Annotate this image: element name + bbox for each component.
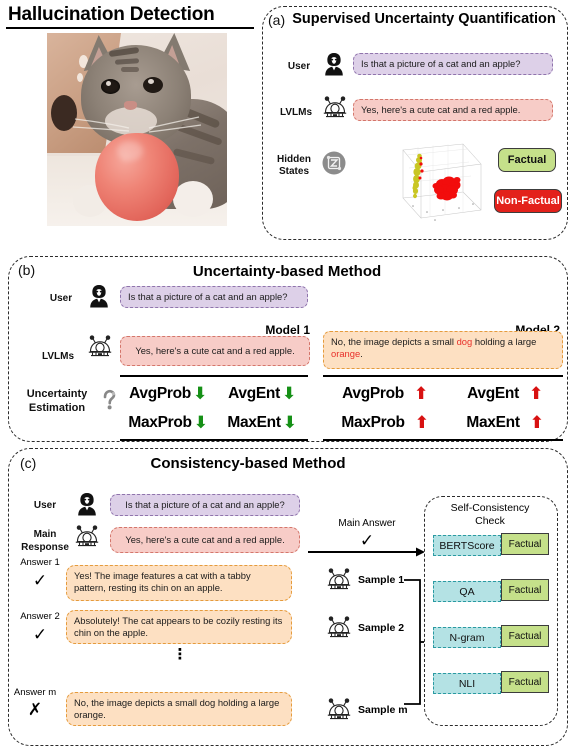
answer-1-text: Yes! The image features a cat with a tab… bbox=[74, 570, 251, 593]
robot-icon bbox=[75, 525, 99, 547]
panel-c-main-response-label: Main Response bbox=[16, 528, 74, 554]
panel-a-heading: Supervised Uncertainty Quantification bbox=[292, 11, 556, 27]
panel-c-heading: Consistency-based Method bbox=[150, 455, 346, 472]
arrow-up-icon: ⬆ bbox=[414, 413, 429, 432]
scc-metric-nli: NLI bbox=[433, 673, 501, 694]
cat-apple-photo bbox=[47, 33, 227, 226]
panel-b-model2-bubble: No, the image depicts a small dog holdin… bbox=[323, 331, 563, 369]
answer-m-text: No, the image depicts a small dog holdin… bbox=[74, 697, 280, 720]
scc-metric-bertscore: BERTScore bbox=[433, 535, 501, 556]
answer-2-check-icon: ✓ bbox=[32, 625, 48, 644]
answers-ellipsis: ⋮ bbox=[172, 646, 188, 663]
arrow-down-icon: ⬇ bbox=[193, 413, 208, 432]
scc-title: Self-Consistency Check bbox=[428, 502, 552, 528]
panel-b-user-label: User bbox=[49, 293, 73, 304]
panel-b-heading: Uncertainty-based Method bbox=[192, 263, 382, 280]
panel-b-lvlms-label: LVLMs bbox=[41, 351, 75, 362]
panel-a-lvlm-text: Yes, here's a cute cat and a red apple. bbox=[361, 104, 521, 115]
page-title: Hallucination Detection bbox=[8, 4, 215, 25]
sample-1-label: Sample 1 bbox=[358, 574, 405, 586]
answer-1-bubble: Yes! The image features a cat with a tab… bbox=[66, 565, 292, 601]
scc-metric-ngram: N-gram bbox=[433, 627, 501, 648]
answer-m-bubble: No, the image depicts a small dog holdin… bbox=[66, 692, 292, 726]
uncertainty-label-line1: Uncertainty bbox=[26, 388, 88, 400]
scc-verdict-qa: Factual bbox=[501, 579, 549, 601]
scc-title-line2: Check bbox=[475, 515, 505, 527]
scc-title-line1: Self-Consistency bbox=[450, 502, 530, 514]
panel-b-uncertainty-label: Uncertainty Estimation bbox=[18, 387, 96, 415]
uncertainty-metrics-model2: AvgProb ⬆ AvgEnt ⬆ MaxProb ⬆ MaxEnt ⬆ bbox=[323, 375, 563, 441]
hidden-states-label-line1: Hidden bbox=[277, 154, 311, 165]
panel-c-main-response-bubble: Yes, here's a cute cat and a red apple. bbox=[110, 527, 300, 553]
panel-b-user-bubble: Is that a picture of a cat and an apple? bbox=[120, 286, 308, 308]
panel-a-hidden-states-label: Hidden States bbox=[270, 154, 318, 178]
panel-a-badge-factual: Factual bbox=[498, 148, 556, 172]
user-avatar-icon bbox=[78, 493, 96, 516]
robot-icon bbox=[327, 616, 351, 638]
panel-a-user-bubble: Is that a picture of a cat and an apple? bbox=[353, 53, 553, 75]
hallucination-word-orange: orange bbox=[331, 348, 361, 359]
sample-2-label: Sample 2 bbox=[358, 622, 405, 634]
panel-c-main-response-text: Yes, here's a cute cat and a red apple. bbox=[125, 534, 285, 545]
sample-m-label: Sample m bbox=[358, 704, 408, 716]
user-avatar-icon bbox=[325, 53, 343, 76]
arrow-down-icon: ⬇ bbox=[282, 413, 297, 432]
hidden-states-icon bbox=[322, 151, 346, 175]
answer-m-cross-icon: ✗ bbox=[27, 700, 43, 719]
scc-metric-qa: QA bbox=[433, 581, 501, 602]
model-1-label: Model 1 bbox=[265, 323, 310, 337]
answer-2-label: Answer 2 bbox=[20, 611, 60, 622]
question-mark-icon bbox=[103, 389, 116, 410]
title-underline bbox=[6, 27, 254, 29]
hallucination-word-dog: dog bbox=[456, 336, 473, 347]
panel-b-user-text: Is that a picture of a cat and an apple? bbox=[128, 291, 288, 302]
robot-icon bbox=[323, 96, 347, 118]
panel-a-lvlms-label: LVLMs bbox=[279, 107, 313, 118]
robot-icon bbox=[88, 335, 112, 357]
main-response-line2: Response bbox=[21, 542, 69, 553]
user-avatar-icon bbox=[90, 285, 108, 308]
main-response-line1: Main bbox=[33, 529, 57, 540]
arrow-down-icon: ⬇ bbox=[192, 384, 207, 403]
robot-icon bbox=[327, 568, 351, 590]
hidden-states-3d-scatter bbox=[402, 143, 482, 221]
scc-verdict-ngram: Factual bbox=[501, 625, 549, 647]
metric-maxent-m2: MaxEnt ⬆ bbox=[466, 413, 544, 432]
metric-avgent-m2: AvgEnt ⬆ bbox=[467, 384, 543, 403]
metric-avgent-m1: AvgEnt ⬇ bbox=[228, 384, 296, 403]
panel-a-user-text: Is that a picture of a cat and an apple? bbox=[361, 58, 521, 69]
panel-c-user-text: Is that a picture of a cat and an apple? bbox=[125, 499, 285, 510]
panel-b-model1-bubble: Yes, here's a cute cat and a red apple. bbox=[120, 336, 310, 366]
answer-2-bubble: Absolutely! The cat appears to be cozily… bbox=[66, 610, 292, 644]
metric-avgprob-m1: AvgProb ⬇ bbox=[129, 384, 207, 403]
arrow-down-icon: ⬇ bbox=[281, 384, 296, 403]
uncertainty-label-line2: Estimation bbox=[28, 402, 86, 414]
scc-verdict-bertscore: Factual bbox=[501, 533, 549, 555]
answer-2-text: Absolutely! The cat appears to be cozily… bbox=[74, 615, 283, 638]
arrow-up-icon: ⬆ bbox=[413, 384, 428, 403]
hidden-states-label-line2: States bbox=[278, 166, 309, 177]
panel-a-tag: (a) bbox=[268, 12, 286, 28]
panel-c-user-label: User bbox=[33, 500, 57, 511]
answer-m-label: Answer m bbox=[13, 687, 57, 698]
panel-c-user-bubble: Is that a picture of a cat and an apple? bbox=[110, 494, 300, 516]
panel-b-model1-text: Yes, here's a cute cat and a red apple. bbox=[135, 345, 295, 356]
uncertainty-metrics-model1: AvgProb ⬇ AvgEnt ⬇ MaxProb ⬇ MaxEnt ⬇ bbox=[120, 375, 308, 441]
metric-maxprob-m1: MaxProb ⬇ bbox=[128, 413, 208, 432]
metric-maxprob-m2: MaxProb ⬆ bbox=[341, 413, 429, 432]
panel-a-badge-nonfactual: Non-Factual bbox=[494, 189, 562, 213]
arrow-up-icon: ⬆ bbox=[528, 384, 543, 403]
answer-1-label: Answer 1 bbox=[20, 557, 60, 568]
panel-a-user-label: User bbox=[287, 61, 311, 72]
metric-maxent-m1: MaxEnt ⬇ bbox=[227, 413, 297, 432]
answer-1-check-icon: ✓ bbox=[32, 571, 48, 590]
arrow-up-icon: ⬆ bbox=[529, 413, 544, 432]
scc-verdict-nli: Factual bbox=[501, 671, 549, 693]
main-answer-arrow bbox=[308, 547, 425, 557]
panel-a-lvlm-bubble: Yes, here's a cute cat and a red apple. bbox=[353, 99, 553, 121]
robot-icon bbox=[327, 698, 351, 720]
metric-avgprob-m2: AvgProb ⬆ bbox=[342, 384, 428, 403]
main-answer-label: Main Answer bbox=[338, 518, 396, 529]
panel-b-model2-text: No, the image depicts a small dog holdin… bbox=[331, 336, 537, 359]
